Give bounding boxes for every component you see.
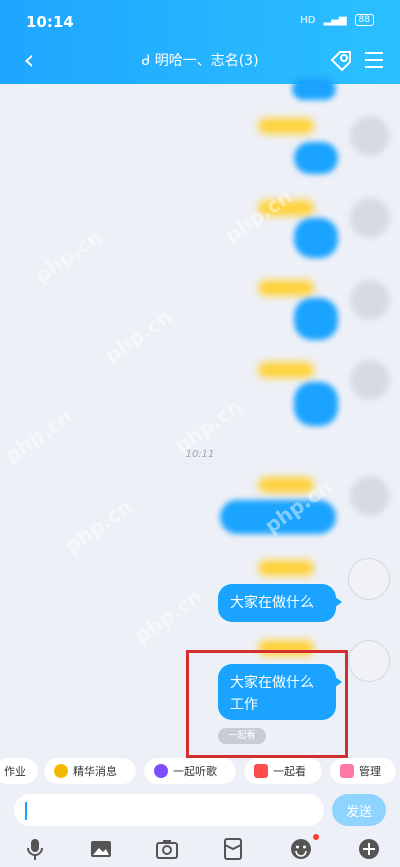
quick-action-listen[interactable]: 一起听歌 (144, 758, 236, 784)
composer: 发送 (0, 792, 400, 830)
voice-button[interactable] (22, 836, 48, 862)
emoji-icon (291, 839, 311, 859)
quick-action-label: 作业 (4, 765, 26, 778)
blurred-message (292, 78, 336, 100)
network-label: HD (300, 14, 316, 26)
sender-avatar[interactable] (348, 640, 390, 682)
status-time: 10:14 (26, 13, 74, 31)
notification-dot (313, 834, 319, 840)
quick-action-label: 一起听歌 (173, 765, 217, 778)
quick-action-label: 管理 (359, 765, 381, 778)
blurred-sender-name (258, 280, 314, 296)
blurred-sender-name (258, 118, 314, 134)
text-caret (25, 802, 27, 820)
more-button[interactable] (356, 836, 382, 862)
send-button[interactable]: 发送 (332, 794, 386, 826)
camera-button[interactable] (154, 836, 180, 862)
manage-icon (340, 764, 354, 778)
blurred-sender-name (258, 362, 314, 378)
menu-button[interactable] (362, 48, 386, 72)
blurred-message (294, 218, 338, 258)
sender-avatar[interactable] (350, 360, 390, 400)
rocket-icon (330, 51, 351, 72)
message-bubble[interactable]: 大家在做什么 (218, 584, 342, 622)
camera-icon (156, 840, 178, 859)
quick-action-bar: 作业 精华消息 一起听歌 一起看 管理 (0, 758, 400, 788)
red-packet-button[interactable] (220, 836, 246, 862)
watermark: php.cn (30, 224, 107, 288)
mic-icon (27, 839, 43, 860)
quick-action-manage[interactable]: 管理 (330, 758, 396, 784)
battery-indicator: 88 (354, 14, 374, 26)
image-icon (91, 841, 111, 857)
red-packet-icon (224, 838, 242, 860)
quick-action-label: 精华消息 (73, 765, 117, 778)
sender-avatar[interactable] (348, 558, 390, 600)
chat-header: 10:14 HD ▂▄▆ 88 ‹ ᑯ 明哈一、志名(3) (0, 0, 400, 84)
annotation-highlight-box (186, 650, 348, 758)
sender-avatar[interactable] (350, 476, 390, 516)
nav-bar: ‹ ᑯ 明哈一、志名(3) (0, 40, 400, 80)
watermark: php.cn (60, 494, 137, 558)
quick-action-homework[interactable]: 作业 (0, 758, 38, 784)
sender-avatar[interactable] (350, 116, 390, 156)
status-icons: HD ▂▄▆ 88 (300, 14, 374, 26)
composer-toolbar (0, 832, 400, 867)
watermark: php.cn (220, 184, 297, 248)
group-app-button[interactable] (326, 46, 356, 76)
back-button[interactable]: ‹ (14, 44, 44, 76)
sender-avatar[interactable] (350, 198, 390, 238)
blurred-message (294, 382, 338, 426)
message-timestamp: 10:11 (185, 449, 215, 460)
status-bar: 10:14 HD ▂▄▆ 88 (0, 0, 400, 38)
plus-icon (359, 839, 379, 859)
tv-icon (254, 764, 268, 778)
blurred-message (294, 298, 338, 340)
signal-icon: ▂▄▆ (323, 14, 347, 26)
message-input[interactable] (14, 794, 324, 826)
hamburger-icon (365, 52, 383, 68)
photo-button[interactable] (88, 836, 114, 862)
essence-icon (54, 764, 68, 778)
music-icon (154, 764, 168, 778)
quick-action-essence[interactable]: 精华消息 (44, 758, 136, 784)
watermark: php.cn (100, 304, 177, 368)
chevron-left-icon: ‹ (23, 43, 35, 76)
emoji-button[interactable] (288, 836, 314, 862)
quick-action-label: 一起看 (273, 765, 306, 778)
chat-title: ᑯ 明哈一、志名(3) (141, 53, 259, 69)
blurred-message (294, 142, 338, 174)
watermark: php.cn (130, 584, 207, 648)
blurred-sender-name (258, 560, 314, 576)
sender-avatar[interactable] (350, 280, 390, 320)
quick-action-watch[interactable]: 一起看 (244, 758, 322, 784)
